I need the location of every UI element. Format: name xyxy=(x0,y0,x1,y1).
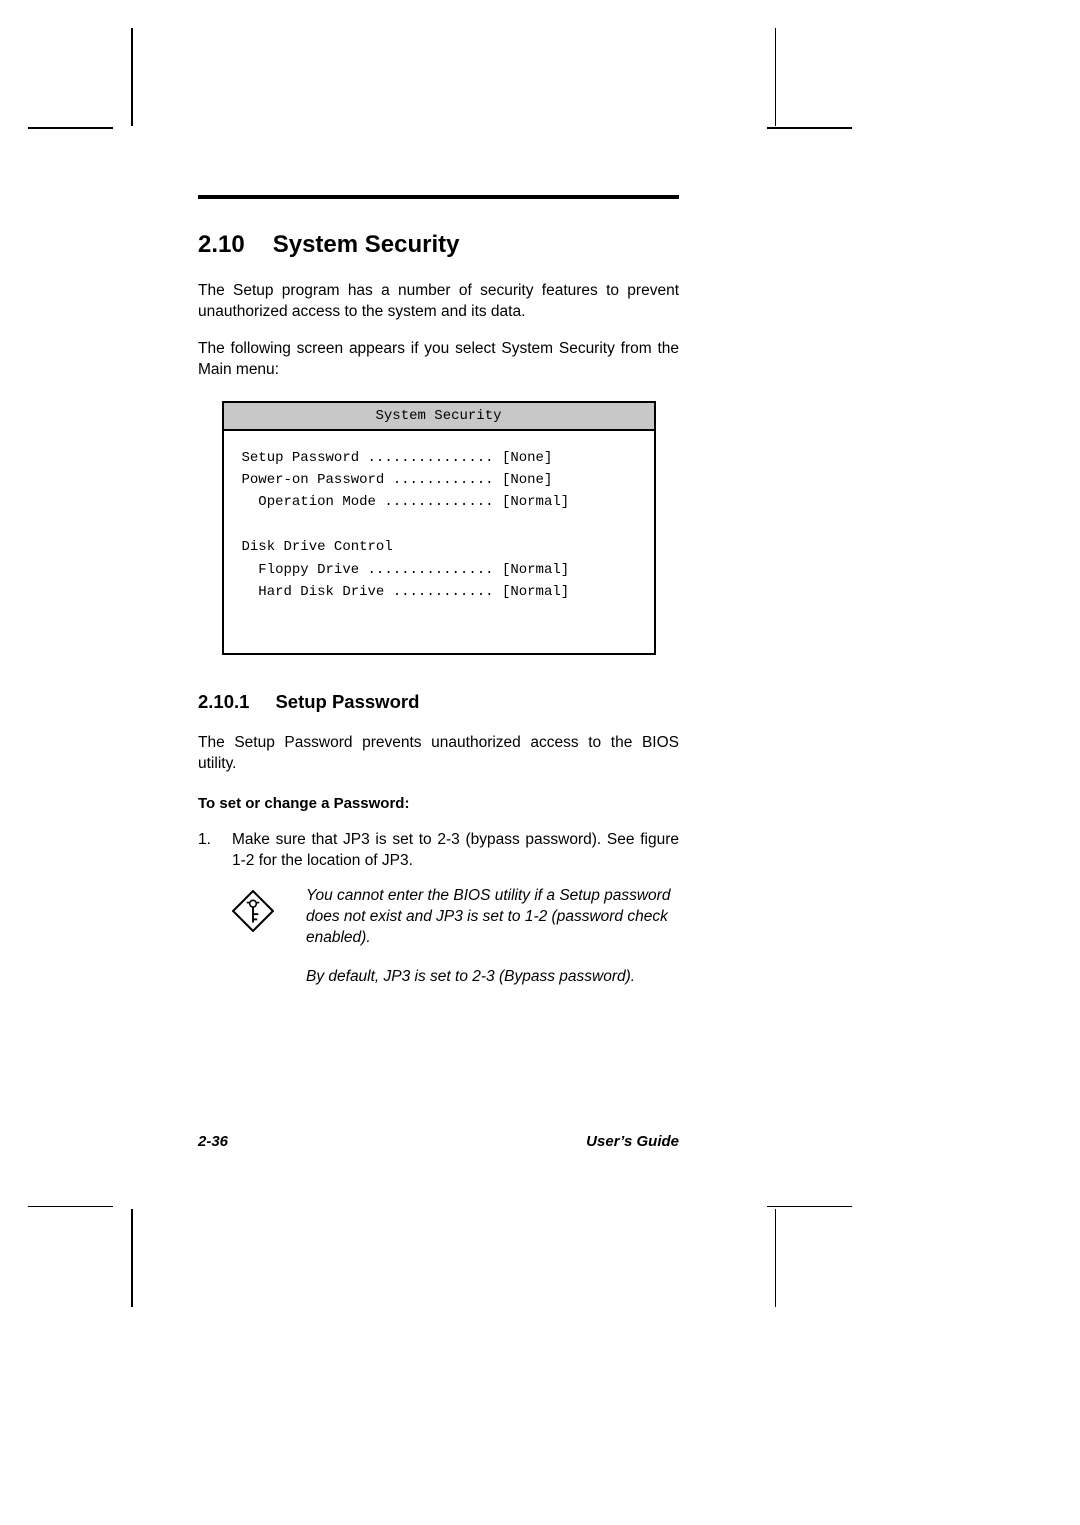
crop-mark xyxy=(767,1206,852,1208)
section-title: System Security xyxy=(273,231,460,258)
page-number: 2-36 xyxy=(198,1133,228,1150)
crop-mark xyxy=(775,1209,777,1307)
page-content: 2.10 System Security The Setup program ha… xyxy=(198,195,679,988)
section-number: 2.10 xyxy=(198,231,245,258)
crop-mark xyxy=(28,127,113,129)
bios-screen: System Security Setup Password .........… xyxy=(222,401,656,656)
list-number: 1. xyxy=(198,830,232,872)
crop-mark xyxy=(131,1209,133,1307)
note-text: By default, JP3 is set to 2-3 (Bypass pa… xyxy=(306,967,679,988)
subsection-number: 2.10.1 xyxy=(198,691,249,712)
paragraph: The Setup program has a number of securi… xyxy=(198,281,679,323)
crop-mark xyxy=(28,1206,113,1208)
bios-title: System Security xyxy=(224,403,654,431)
note: You cannot enter the BIOS utility if a S… xyxy=(232,886,679,949)
bios-body: Setup Password ............... [None] Po… xyxy=(224,431,654,654)
subsection-title: Setup Password xyxy=(275,691,419,712)
list-item: 1. Make sure that JP3 is set to 2-3 (byp… xyxy=(198,830,679,872)
crop-mark xyxy=(131,28,133,126)
paragraph: The Setup Password prevents unauthorized… xyxy=(198,733,679,775)
paragraph: The following screen appears if you sele… xyxy=(198,339,679,381)
subsection-heading: 2.10.1 Setup Password xyxy=(198,691,679,713)
note-text: You cannot enter the BIOS utility if a S… xyxy=(306,886,679,949)
section-rule xyxy=(198,195,679,199)
procedure-title: To set or change a Password: xyxy=(198,795,679,812)
footer-title: User’s Guide xyxy=(586,1133,679,1150)
section-heading: 2.10 System Security xyxy=(198,231,679,259)
note-icon xyxy=(232,890,274,932)
crop-mark xyxy=(767,127,852,129)
crop-mark xyxy=(775,28,777,126)
list-text: Make sure that JP3 is set to 2-3 (bypass… xyxy=(232,830,679,872)
page-footer: 2-36 User’s Guide xyxy=(198,1133,679,1150)
